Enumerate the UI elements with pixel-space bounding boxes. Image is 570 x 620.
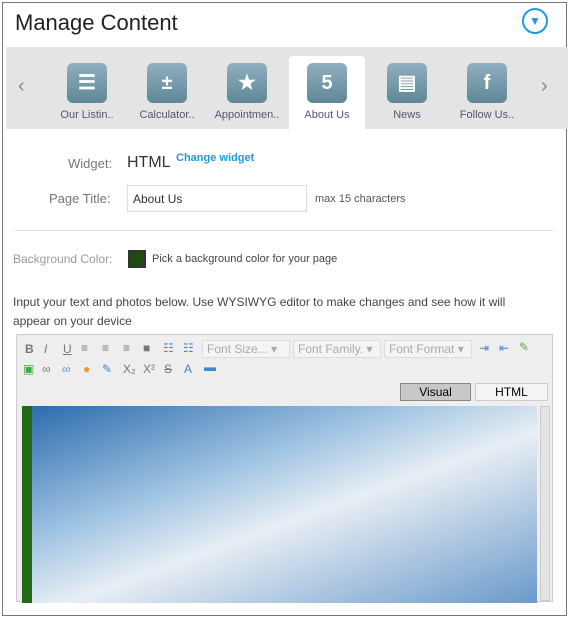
clipboard-list-icon: ☰ <box>67 63 107 103</box>
background-color-hint: Pick a background color for your page <box>152 253 338 265</box>
calculator-icon: ± <box>147 63 187 103</box>
tab-label: Calculator.. <box>139 109 195 121</box>
page-title-hint: max 15 characters <box>315 193 406 205</box>
color-palette-icon[interactable]: ● <box>83 362 90 376</box>
bold-icon[interactable]: B <box>25 342 34 356</box>
tab-about-us[interactable]: 5 About Us <box>289 56 365 129</box>
tab-label: Appointmen.. <box>214 109 280 121</box>
remove-format-icon[interactable]: A <box>184 362 192 376</box>
edit-image-icon[interactable]: ✎ <box>519 340 529 354</box>
superscript-icon[interactable]: X² <box>143 362 155 376</box>
widget-label: Widget: <box>68 156 113 171</box>
chevron-down-circle-icon[interactable]: ▼ <box>522 8 548 34</box>
tab-our-listin[interactable]: ☰ Our Listin.. <box>49 56 125 129</box>
appointment-star-icon: ★ <box>227 63 267 103</box>
horizontal-rule-icon[interactable]: ▬ <box>204 360 216 374</box>
align-left-icon[interactable]: ≡ <box>81 341 88 355</box>
edit-icon[interactable]: ✎ <box>102 362 112 376</box>
italic-icon[interactable]: I <box>44 342 47 356</box>
insert-image-icon[interactable]: ▣ <box>23 362 34 376</box>
ordered-list-icon[interactable]: ☷ <box>163 341 174 355</box>
align-right-icon[interactable]: ≡ <box>123 341 130 355</box>
facebook-icon: f <box>467 63 507 103</box>
divider <box>15 230 553 231</box>
tab-label: About Us <box>304 109 350 121</box>
tab-news[interactable]: ▤ News <box>369 56 445 129</box>
tab-label: Our Listin.. <box>60 109 114 121</box>
keys-handover-image <box>22 406 537 603</box>
tab-calculator[interactable]: ± Calculator.. <box>129 56 205 129</box>
font-family-select[interactable]: Font Family. ▾ <box>293 340 381 358</box>
manage-content-panel: Manage Content ▼ ‹ ☰ Our Listin.. ± Calcula… <box>2 2 568 616</box>
instructions: Input your text and photos below. Use WY… <box>13 295 506 328</box>
indent-icon[interactable]: ⇥ <box>479 341 489 355</box>
link-icon[interactable]: ∞ <box>42 362 51 376</box>
page-title-input[interactable]: About Us <box>127 185 307 212</box>
newspaper-icon: ▤ <box>387 63 427 103</box>
font-size-select[interactable]: Font Size... ▾ <box>202 340 290 358</box>
change-widget-link[interactable]: Change widget <box>176 152 254 164</box>
editor-scrollbar[interactable] <box>540 406 550 601</box>
underline-icon[interactable]: U <box>63 342 72 356</box>
tab-label: Follow Us.. <box>459 109 515 121</box>
outdent-icon[interactable]: ⇤ <box>499 341 509 355</box>
widget-value: HTML <box>127 154 171 171</box>
html5-icon: 5 <box>307 63 347 103</box>
html-tab[interactable]: HTML <box>475 383 548 401</box>
unlink-icon[interactable]: ∞ <box>62 362 71 376</box>
font-format-select[interactable]: Font Format ▾ <box>384 340 472 358</box>
tab-appointmen[interactable]: ★ Appointmen.. <box>209 56 285 129</box>
page-title-label: Page Title: <box>49 191 111 206</box>
visual-tab[interactable]: Visual <box>400 383 471 401</box>
justify-icon[interactable]: ■ <box>143 341 150 355</box>
chevron-left-icon[interactable]: ‹ <box>18 75 25 98</box>
subscript-icon[interactable]: X₂ <box>123 362 136 376</box>
align-center-icon[interactable]: ≡ <box>102 341 109 355</box>
background-color-swatch[interactable] <box>128 250 146 268</box>
chevron-right-icon[interactable]: › <box>541 75 548 98</box>
page-title: Manage Content <box>15 10 178 35</box>
tab-follow-us[interactable]: f Follow Us.. <box>449 56 525 129</box>
wysiwyg-editor: B I U ≡ ≡ ≡ ■ ☷ ☷ Font Size... ▾ Font Fa… <box>16 334 553 603</box>
background-color-label: Background Color: <box>13 252 113 266</box>
strikethrough-icon[interactable]: S <box>164 362 172 376</box>
widget-tabs: ‹ ☰ Our Listin.. ± Calculator.. ★ Appointmen.… <box>6 47 568 129</box>
tab-label: News <box>393 109 421 121</box>
unordered-list-icon[interactable]: ☷ <box>183 341 194 355</box>
